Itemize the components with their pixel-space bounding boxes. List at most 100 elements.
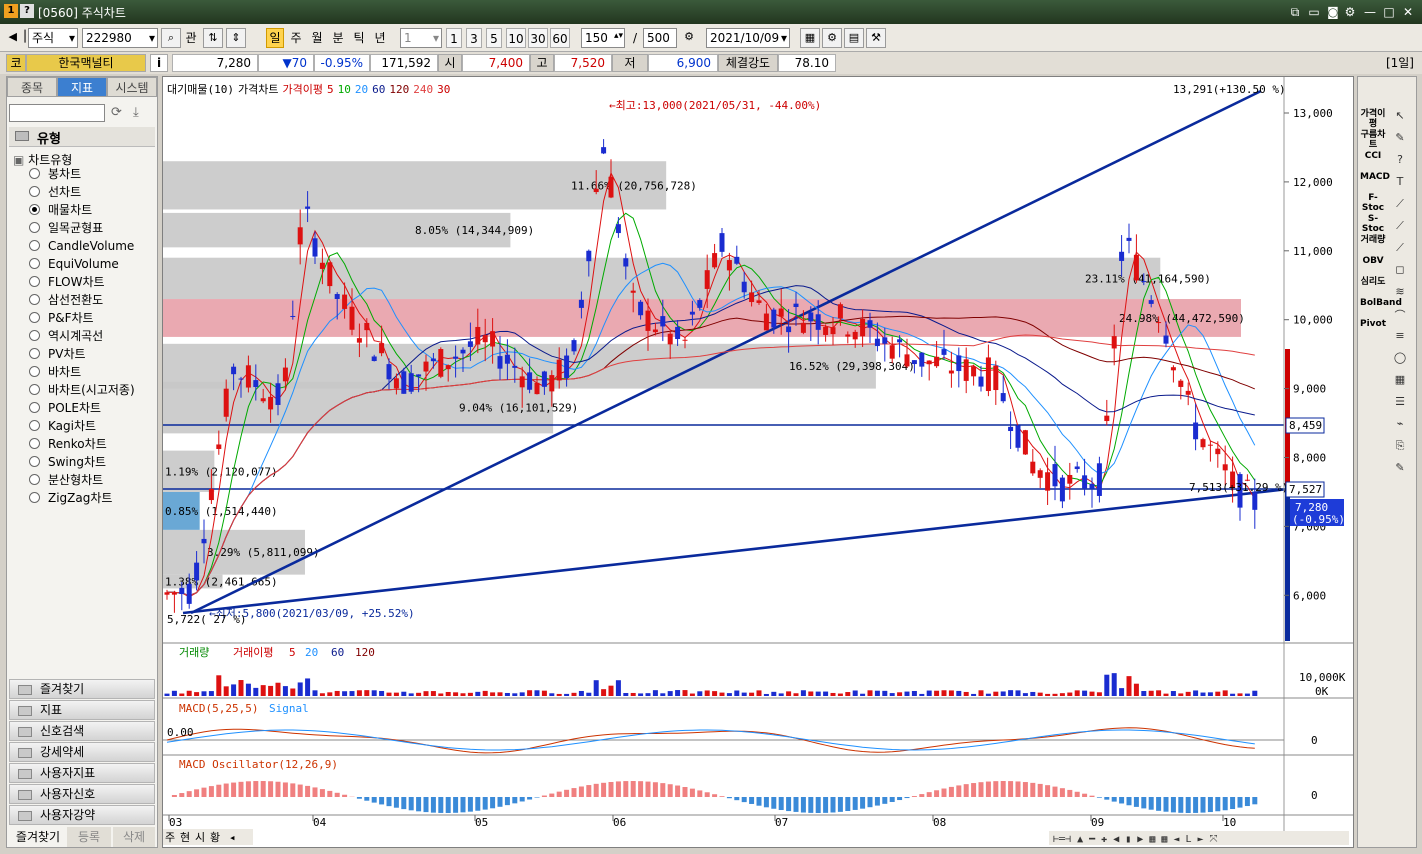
candle-body[interactable] <box>815 314 821 330</box>
chart-area[interactable]: 1.38% (2,461,665) 3.29% (5,811,099) 0.85% … <box>162 76 1354 848</box>
refresh-icon[interactable]: ⟳ <box>111 105 122 120</box>
candle-body[interactable] <box>1037 470 1043 478</box>
group-item[interactable]: 신호검색 <box>9 721 155 741</box>
candle-body[interactable] <box>408 373 414 392</box>
period-tick-button[interactable]: 틱 <box>350 28 368 48</box>
candle-body[interactable] <box>275 383 281 405</box>
candle-body[interactable] <box>919 352 925 367</box>
radio-icon[interactable] <box>29 330 40 341</box>
candle-body[interactable] <box>1104 415 1110 422</box>
candle-body[interactable] <box>882 337 888 344</box>
candle-body[interactable] <box>1067 474 1073 484</box>
radio-icon[interactable] <box>29 438 40 449</box>
gear-icon[interactable]: ⚙ <box>1342 4 1358 20</box>
delete-button[interactable]: 삭제 <box>113 827 155 847</box>
candle-body[interactable] <box>186 583 192 604</box>
candle-body[interactable] <box>549 375 555 392</box>
candle-body[interactable] <box>1215 448 1221 455</box>
candle-body[interactable] <box>1170 367 1176 371</box>
radio-icon[interactable] <box>29 276 40 287</box>
candle-body[interactable] <box>712 253 718 268</box>
candle-body[interactable] <box>1163 335 1169 344</box>
quick-10-button[interactable]: 10 <box>506 28 526 48</box>
candle-body[interactable] <box>608 176 614 198</box>
radio-icon[interactable] <box>29 222 40 233</box>
candle-body[interactable] <box>253 380 259 388</box>
table-icon[interactable]: ▦ <box>800 28 820 48</box>
drawing-tool-icon[interactable]: ✎ <box>1390 461 1410 479</box>
candle-body[interactable] <box>519 376 525 388</box>
candle-body[interactable] <box>1082 475 1088 489</box>
candle-body[interactable] <box>911 360 917 365</box>
candle-body[interactable] <box>1222 464 1228 471</box>
period-month-button[interactable]: 월 <box>308 28 326 48</box>
drawing-tool-icon[interactable]: ≋ <box>1390 285 1410 303</box>
candle-body[interactable] <box>956 355 962 372</box>
candle-body[interactable] <box>860 318 866 337</box>
candle-body[interactable] <box>445 365 451 370</box>
market-select[interactable]: 주식 ▾ <box>28 28 78 48</box>
candle-body[interactable] <box>889 345 895 359</box>
candle-body[interactable] <box>482 335 488 343</box>
candle-body[interactable] <box>985 357 991 392</box>
chart-type-item[interactable]: P&F차트 <box>29 310 94 326</box>
radio-icon[interactable] <box>29 312 40 323</box>
help-badge[interactable]: ? <box>20 4 34 18</box>
link-icon[interactable]: ⧉ <box>1287 4 1303 20</box>
indicator-shortcut[interactable]: MACD <box>1360 172 1390 182</box>
chart-type-item[interactable]: CandleVolume <box>29 238 134 254</box>
chart-type-item[interactable]: 봉차트 <box>29 166 81 182</box>
chart-type-item[interactable]: 삼선전환도 <box>29 292 103 308</box>
candle-body[interactable] <box>1207 444 1213 446</box>
register-button[interactable]: 등록 <box>67 827 111 847</box>
quick-1-button[interactable]: 1 <box>446 28 462 48</box>
group-item[interactable]: 사용자강약 <box>9 805 155 825</box>
candle-body[interactable] <box>527 372 533 390</box>
indicator-shortcut[interactable]: F-Stoc <box>1360 193 1386 213</box>
drawing-tool-icon[interactable]: ≡ <box>1390 329 1410 347</box>
candle-body[interactable] <box>630 290 636 293</box>
candle-body[interactable] <box>1030 461 1036 474</box>
radio-icon[interactable] <box>29 186 40 197</box>
drawing-tool-icon[interactable]: ⟋ <box>1390 197 1410 215</box>
chart-type-item[interactable]: 바차트 <box>29 364 81 380</box>
max-count-input[interactable]: 500 <box>643 28 677 48</box>
candle-body[interactable] <box>393 378 399 389</box>
candle-body[interactable] <box>379 343 385 354</box>
chart-type-item[interactable]: ZigZag차트 <box>29 490 112 506</box>
lower-trend-line[interactable] <box>182 487 1289 615</box>
chart-type-item[interactable]: 역시계곡선 <box>29 328 103 344</box>
candle-body[interactable] <box>164 592 170 595</box>
candle-body[interactable] <box>845 334 851 337</box>
window-number-badge[interactable]: 1 <box>4 4 18 18</box>
group-item[interactable]: 지표 <box>9 700 155 720</box>
radio-icon[interactable] <box>29 348 40 359</box>
candle-body[interactable] <box>1156 322 1162 324</box>
candle-body[interactable] <box>978 376 984 387</box>
candle-body[interactable] <box>305 206 311 209</box>
candle-body[interactable] <box>726 260 732 271</box>
radio-icon[interactable] <box>29 456 40 467</box>
candle-body[interactable] <box>438 349 444 377</box>
candle-body[interactable] <box>578 299 584 308</box>
interval-select[interactable]: 1 ▾ <box>400 28 442 48</box>
chart-type-item[interactable]: Swing차트 <box>29 454 106 470</box>
candle-body[interactable] <box>179 587 185 595</box>
radio-icon[interactable] <box>29 384 40 395</box>
candle-body[interactable] <box>364 322 370 331</box>
candle-body[interactable] <box>1193 422 1199 440</box>
candle-body[interactable] <box>1096 463 1102 496</box>
close-icon[interactable]: ✕ <box>1400 4 1416 20</box>
drawing-tool-icon[interactable]: ⌒ <box>1390 307 1410 325</box>
candle-body[interactable] <box>460 349 466 354</box>
drawing-tool-icon[interactable]: ? <box>1390 153 1410 171</box>
radio-icon[interactable] <box>29 492 40 503</box>
tab-stock[interactable]: 종목 <box>7 77 57 97</box>
candle-body[interactable] <box>312 238 318 257</box>
group-item[interactable]: 강세약세 <box>9 742 155 762</box>
radio-icon[interactable] <box>29 402 40 413</box>
settings-icon[interactable]: ⚙ <box>679 28 699 48</box>
candle-body[interactable] <box>541 371 547 387</box>
candle-body[interactable] <box>689 311 695 315</box>
drawing-tool-icon[interactable]: ☰ <box>1390 395 1410 413</box>
